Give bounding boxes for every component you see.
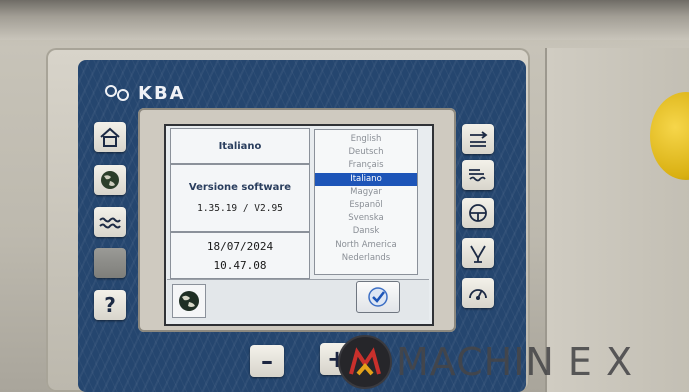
globe-icon [179, 291, 199, 311]
watermark: MACHIN E X [338, 335, 633, 389]
sheet-transfer-icon [470, 131, 488, 147]
language-option[interactable]: Svenska [315, 212, 417, 225]
current-language-cell: Italiano [170, 128, 310, 164]
water-key[interactable] [94, 207, 126, 237]
current-language-label: Italiano [218, 140, 262, 152]
press-adjust-icon [470, 245, 486, 263]
gauge-key[interactable] [462, 278, 494, 308]
language-key[interactable] [94, 165, 126, 195]
press-adjust-key[interactable] [462, 238, 494, 268]
watermark-text: MACHIN E X [396, 340, 634, 384]
kba-logo-icon [105, 85, 129, 101]
software-version-title: Versione software [188, 182, 292, 193]
gauge-icon [469, 289, 487, 300]
help-icon: ? [104, 293, 116, 317]
watermark-logo [338, 335, 392, 389]
housing-top-band [0, 0, 689, 40]
water-waves-icon [99, 217, 121, 229]
home-icon [100, 127, 120, 147]
date-value: 18/07/2024 [206, 239, 274, 253]
globe-icon [101, 171, 119, 189]
blank-key[interactable] [94, 248, 126, 278]
language-option[interactable]: Deutsch [315, 146, 417, 159]
language-option[interactable]: Dansk [315, 225, 417, 238]
language-list[interactable]: English Deutsch Français Italiano Magyar… [314, 129, 418, 275]
datetime-cell: 18/07/2024 10.47.08 [170, 232, 310, 279]
language-option[interactable]: Français [315, 159, 417, 172]
language-globe-button[interactable] [172, 284, 206, 318]
dampening-key[interactable] [462, 160, 494, 190]
time-value: 10.47.08 [213, 258, 267, 272]
language-option[interactable]: Espanõl [315, 199, 417, 212]
brand-logo: KBA [104, 82, 186, 104]
checkmark-icon [368, 287, 388, 307]
sheet-transfer-key[interactable] [462, 124, 494, 154]
help-key[interactable]: ? [94, 290, 126, 320]
dampening-icon [469, 169, 486, 182]
language-option[interactable]: Nederlands [315, 252, 417, 265]
machinex-logo-icon [349, 347, 381, 376]
language-option[interactable]: English [315, 133, 417, 146]
minus-key[interactable]: – [250, 345, 284, 377]
confirm-button[interactable] [356, 281, 400, 313]
software-version-cell: Versione software 1.35.19 / V2.95 [170, 164, 310, 232]
software-version-value: 1.35.19 / V2.95 [197, 203, 283, 214]
steering-key[interactable] [462, 198, 494, 228]
language-option[interactable]: Magyar [315, 186, 417, 199]
language-option-selected[interactable]: Italiano [315, 172, 417, 186]
language-option[interactable]: North America [315, 239, 417, 252]
brand-name: KBA [138, 82, 186, 104]
steering-wheel-icon [469, 204, 487, 222]
home-key[interactable] [94, 122, 126, 152]
